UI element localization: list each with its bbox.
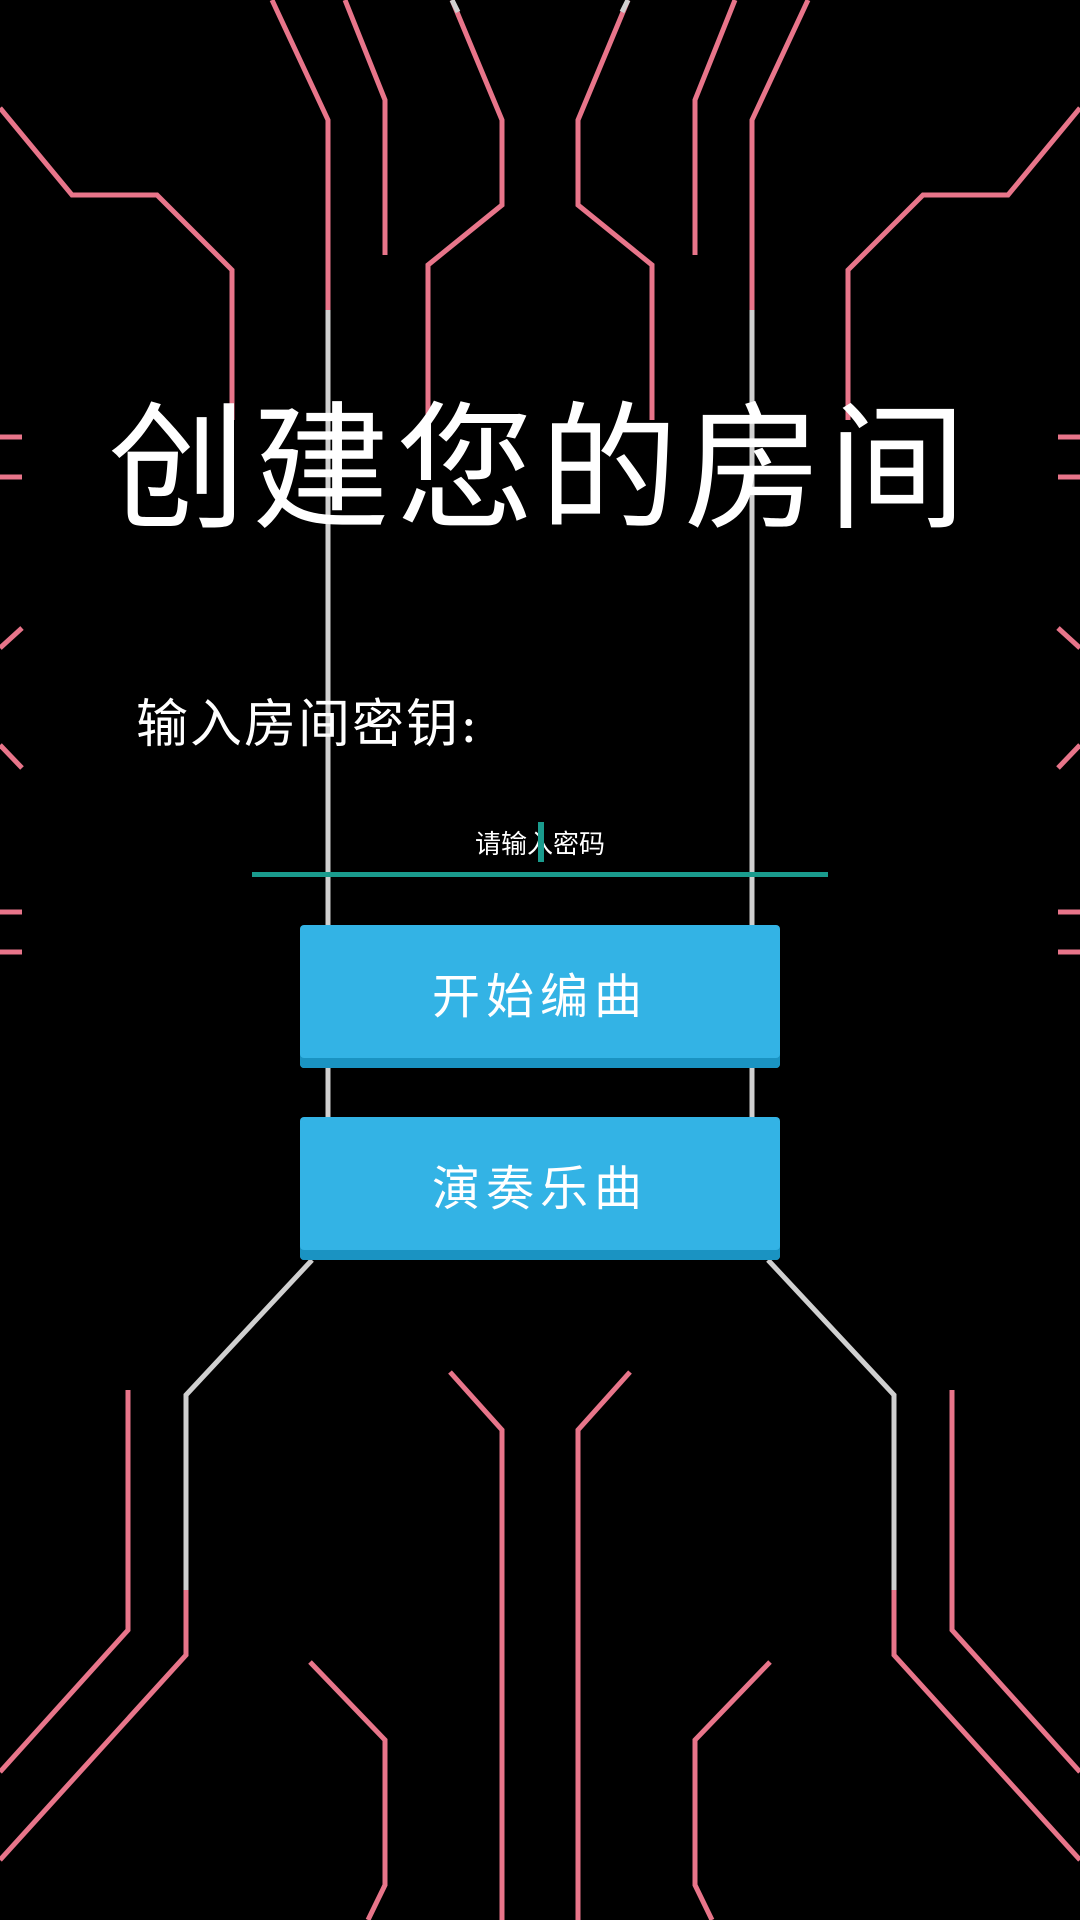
room-key-label: 输入房间密钥: — [136, 695, 480, 755]
page-title: 创建您的房间 — [107, 389, 972, 550]
text-cursor — [538, 822, 544, 862]
play-music-button[interactable]: 演奏乐曲 — [300, 1117, 780, 1260]
start-compose-button[interactable]: 开始编曲 — [300, 925, 780, 1068]
